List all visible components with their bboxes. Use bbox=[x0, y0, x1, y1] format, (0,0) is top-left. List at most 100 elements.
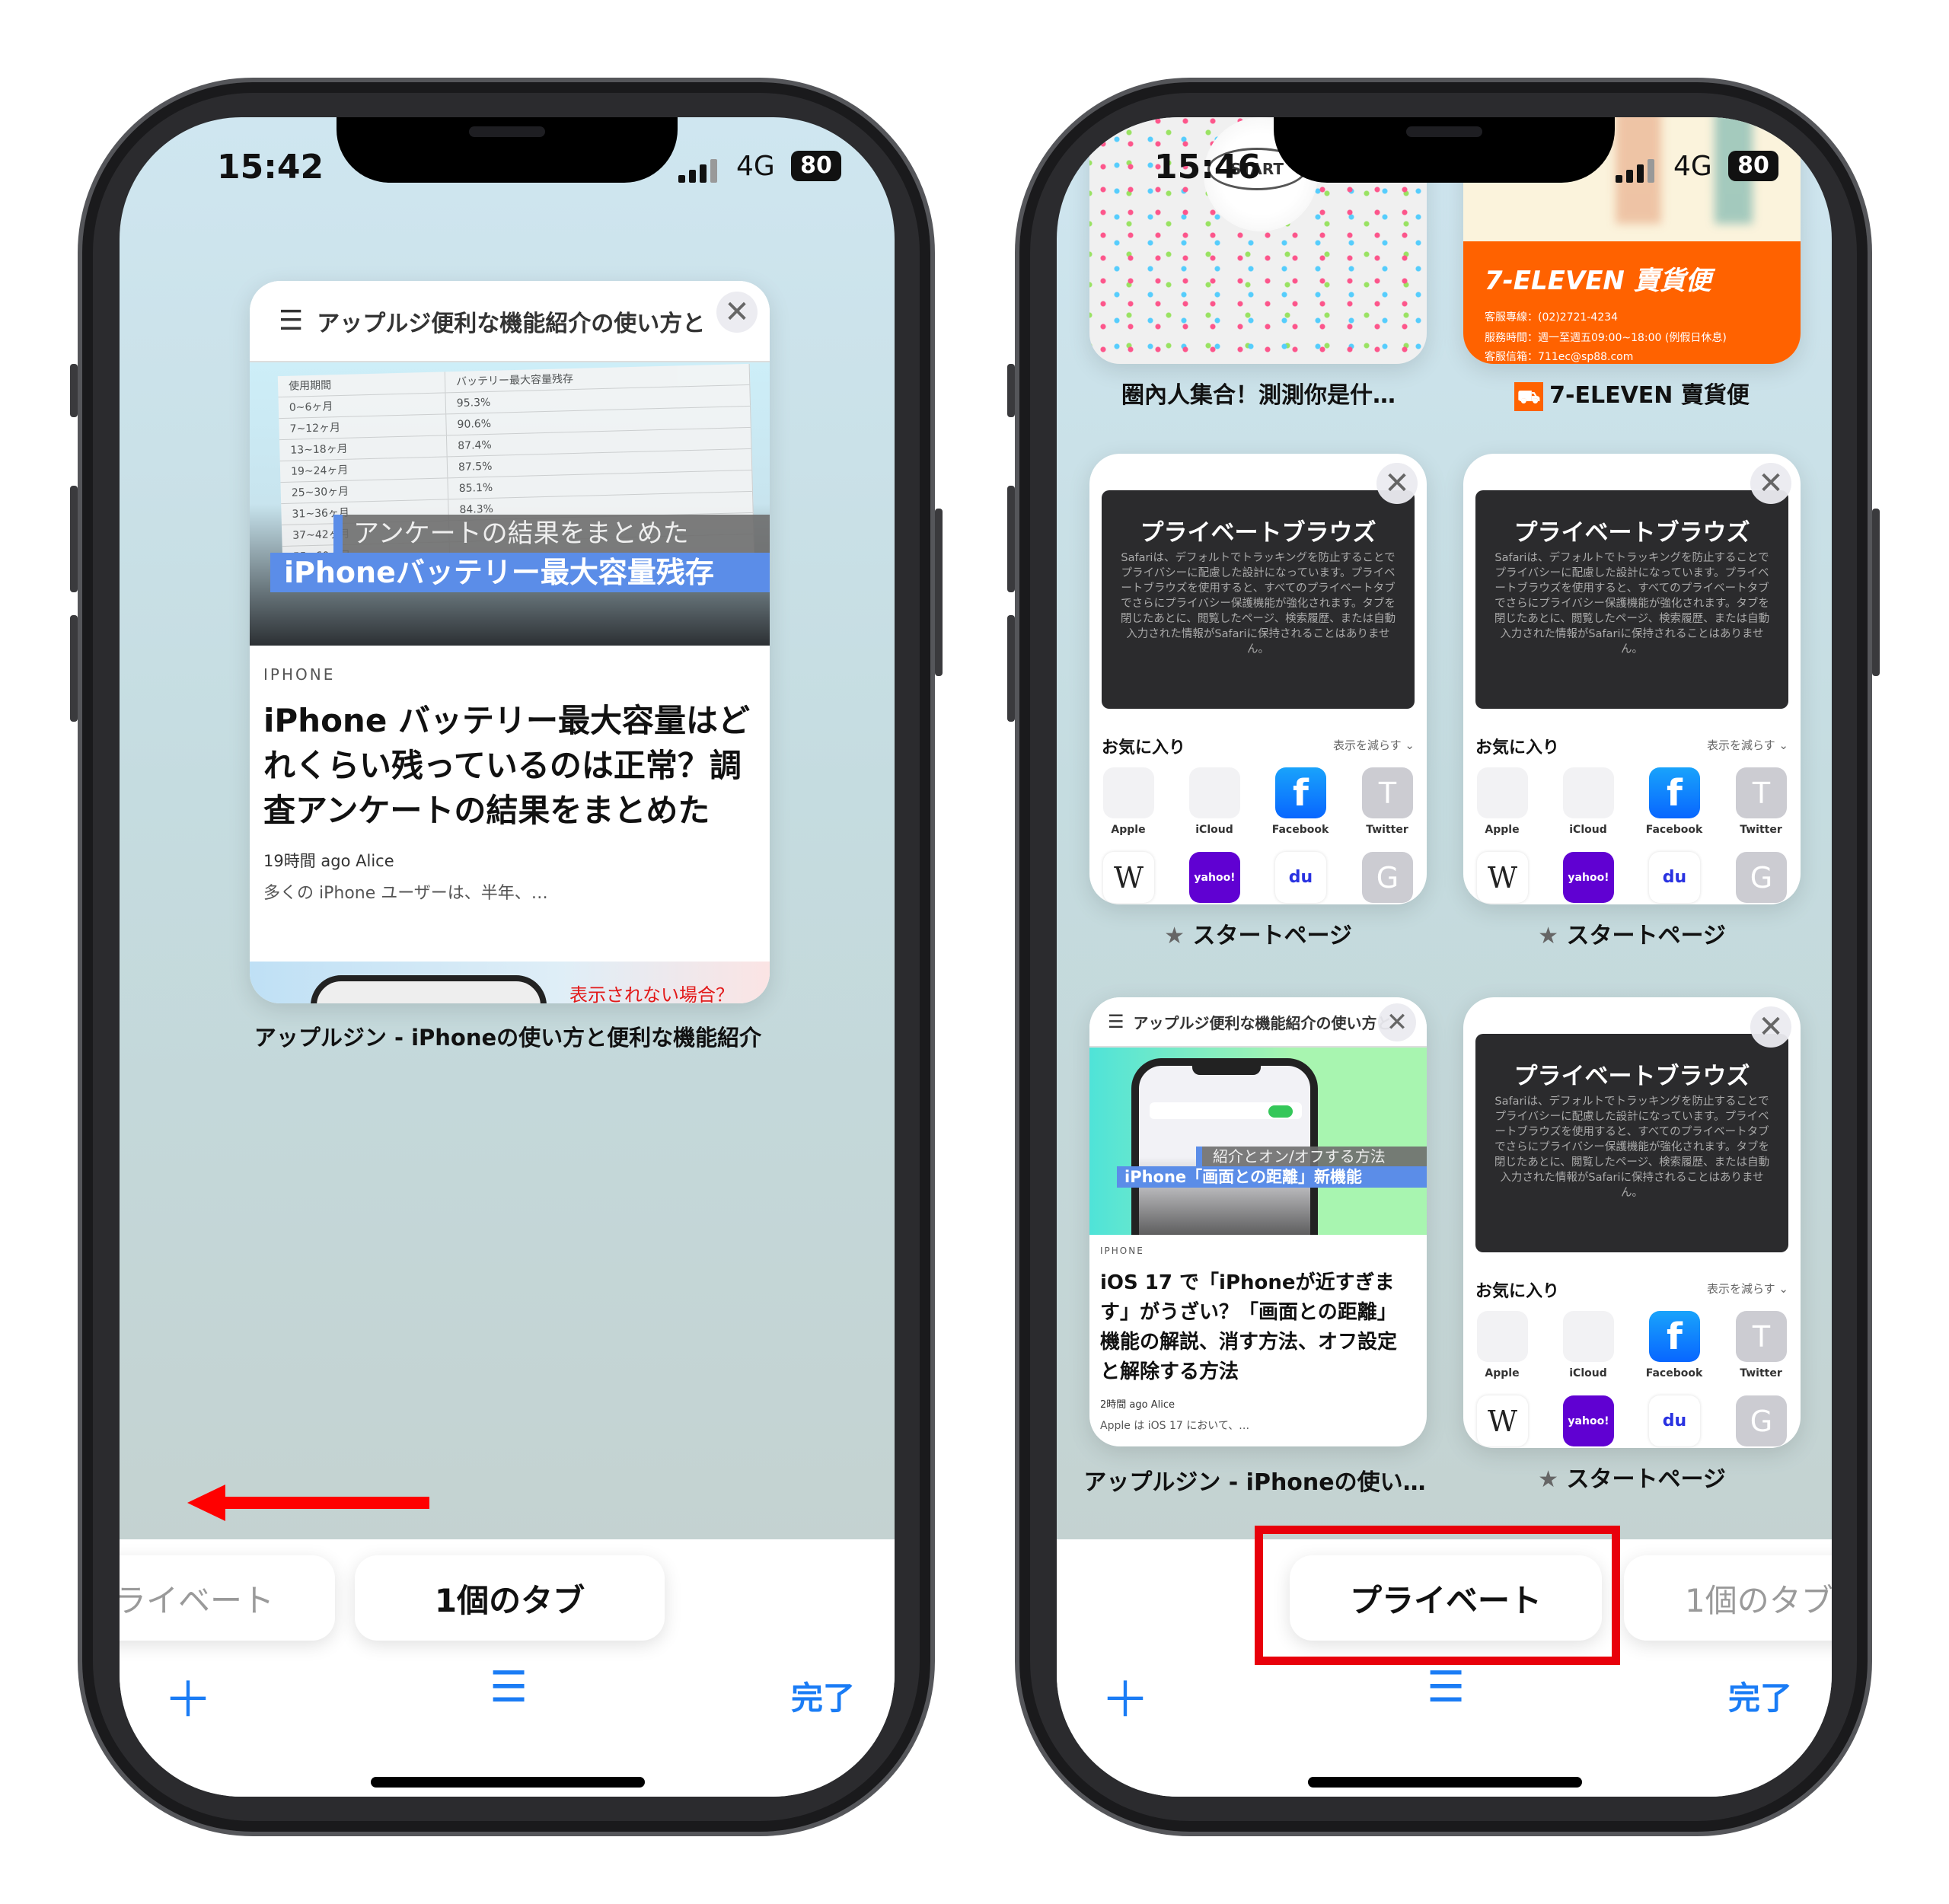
twitter-icon[interactable]: T bbox=[1736, 1311, 1787, 1362]
article-title: iOS 17 で「iPhoneが近すぎます」がうざい？「画面との距離」機能の解説… bbox=[1100, 1271, 1398, 1383]
yahoo-icon[interactable]: yahoo! bbox=[1563, 1395, 1614, 1446]
done-button[interactable]: 完了 bbox=[1728, 1673, 1792, 1719]
favorite-label: Twitter bbox=[1740, 824, 1782, 836]
facebook-icon[interactable]: f bbox=[1649, 767, 1700, 818]
show-less-button[interactable]: 表示を減らす ⌄ bbox=[1707, 737, 1788, 753]
google-icon[interactable]: G bbox=[1362, 852, 1413, 903]
tab-label: アップルジン - iPhoneの使い… bbox=[1083, 1469, 1426, 1496]
private-browsing-notice: プライベートブラウズ Safariは、デフォルトでトラッキングを防止することでプ… bbox=[1475, 490, 1788, 709]
baidu-icon[interactable]: du bbox=[1649, 1395, 1700, 1446]
close-tab-button[interactable]: ✕ bbox=[1378, 1003, 1416, 1041]
new-tab-button[interactable]: ＋ bbox=[1101, 1661, 1150, 1731]
icloud-icon[interactable] bbox=[1563, 1311, 1614, 1362]
close-tab-button[interactable]: ✕ bbox=[1376, 463, 1418, 504]
tab-group-private[interactable]: ライベート bbox=[120, 1555, 335, 1641]
status-bar: 15:42 4G 80 bbox=[120, 148, 895, 193]
yahoo-icon[interactable]: yahoo! bbox=[1189, 852, 1240, 903]
menu-icon: ☰ bbox=[1108, 1011, 1124, 1032]
tab-card-start-page[interactable]: ✕ プライベートブラウズ Safariは、デフォルトでトラッキングを防止すること… bbox=[1463, 997, 1801, 1448]
favorites-title: お気に入り bbox=[1475, 1282, 1560, 1301]
wikipedia-icon[interactable]: W bbox=[1477, 1395, 1528, 1446]
highlight-box bbox=[1255, 1526, 1620, 1665]
favorite-label: Twitter bbox=[1366, 824, 1408, 836]
done-button[interactable]: 完了 bbox=[791, 1673, 855, 1719]
image-caption-top: アンケートの結果をまとめた bbox=[333, 515, 770, 553]
tab-header: ☰ アップルジ便利な機能紹介の使い方と bbox=[250, 281, 770, 362]
seven-line: 客服專線：(02)2721-4234 bbox=[1485, 311, 1619, 324]
bottom-bar: ライベート 1個のタブ ＋ ☰ 完了 bbox=[120, 1539, 895, 1797]
icloud-icon[interactable] bbox=[1563, 767, 1614, 818]
favorite-label: Facebook bbox=[1271, 824, 1329, 836]
tab-label-text: スタートページ bbox=[1566, 923, 1726, 949]
tab-header: ☰ アップルジ便利な機能紹介の使い方と bbox=[1089, 997, 1427, 1048]
favorite-label: iCloud bbox=[1569, 1367, 1607, 1379]
tab-card-applejin[interactable]: ☰ アップルジ便利な機能紹介の使い方と ✕ 紹介とオン/オフする方法 iPhon… bbox=[1089, 997, 1427, 1446]
table-cell: 7~12ヶ月 bbox=[279, 414, 447, 440]
tab-label: ★ スタートページ bbox=[1463, 917, 1801, 950]
list-icon: ☰ bbox=[1427, 1663, 1466, 1712]
apple-icon[interactable] bbox=[1103, 767, 1154, 818]
google-icon[interactable]: G bbox=[1736, 852, 1787, 903]
tab-label-text: 7-ELEVEN 賣貨便 bbox=[1549, 382, 1750, 409]
network-type: 4G bbox=[736, 151, 775, 182]
tab-group-tabs[interactable]: 1個のタブ bbox=[355, 1555, 665, 1641]
image-caption-main: iPhoneバッテリー最大容量残存 bbox=[270, 553, 770, 592]
google-icon[interactable]: G bbox=[1736, 1395, 1787, 1446]
facebook-icon[interactable]: f bbox=[1275, 767, 1326, 818]
article-image: 紹介とオン/オフする方法 iPhone「画面との距離」新機能 bbox=[1089, 1048, 1427, 1235]
table-cell: 19~24ヶ月 bbox=[279, 457, 448, 483]
battery-icon: 80 bbox=[791, 151, 841, 181]
favorite-label: Twitter bbox=[1740, 1367, 1782, 1379]
show-less-button[interactable]: 表示を減らす ⌄ bbox=[1333, 737, 1415, 753]
tab-groups-button[interactable]: ☰ bbox=[490, 1663, 528, 1712]
favorite-label: Apple bbox=[1485, 824, 1520, 836]
close-tab-button[interactable]: ✕ bbox=[1750, 463, 1791, 504]
baidu-icon[interactable]: du bbox=[1649, 852, 1700, 903]
tab-group-tabs[interactable]: 1個のタブ bbox=[1624, 1555, 1832, 1641]
home-indicator bbox=[371, 1777, 645, 1788]
wikipedia-icon[interactable]: W bbox=[1103, 852, 1154, 903]
apple-icon[interactable] bbox=[1477, 1311, 1528, 1362]
facebook-icon[interactable]: f bbox=[1649, 1311, 1700, 1362]
close-tab-button[interactable]: ✕ bbox=[716, 292, 758, 333]
private-title: プライベートブラウズ bbox=[1514, 519, 1750, 547]
favorite-label: Apple bbox=[1485, 1367, 1520, 1379]
signal-icon bbox=[678, 157, 717, 183]
left-screen: 15:42 4G 80 ☰ アップルジ便利な機能紹介の使い方と ✕ 使用期間 バッ… bbox=[120, 117, 895, 1797]
arrow-shape bbox=[187, 1485, 429, 1521]
close-tab-button[interactable]: ✕ bbox=[1750, 1006, 1791, 1048]
private-body: Safariは、デフォルトでトラッキングを防止することでプライバシーに配慮した設… bbox=[1120, 552, 1396, 655]
article-category: IPHONE bbox=[263, 665, 336, 684]
tab-label: ★ スタートページ bbox=[1089, 917, 1427, 950]
tab-header-title: アップルジ便利な機能紹介の使い方と bbox=[317, 310, 706, 337]
network-type: 4G bbox=[1673, 151, 1712, 182]
twitter-icon[interactable]: T bbox=[1736, 767, 1787, 818]
private-body: Safariは、デフォルトでトラッキングを防止することでプライバシーに配慮した設… bbox=[1494, 552, 1770, 655]
show-less-button[interactable]: 表示を減らす ⌄ bbox=[1707, 1280, 1788, 1296]
star-icon: ★ bbox=[1164, 923, 1193, 949]
tab-label-text: スタートページ bbox=[1192, 923, 1352, 949]
tab-card-start-page[interactable]: ✕ プライベートブラウズ Safariは、デフォルトでトラッキングを防止すること… bbox=[1463, 454, 1801, 904]
twitter-icon[interactable]: T bbox=[1362, 767, 1413, 818]
favorite-label: iCloud bbox=[1195, 824, 1233, 836]
tab-label: 圈內人集合！測測你是什… bbox=[1121, 382, 1396, 409]
private-title: プライベートブラウズ bbox=[1514, 1063, 1750, 1090]
baidu-icon[interactable]: du bbox=[1275, 852, 1326, 903]
tab-header-title: アップルジ便利な機能紹介の使い方と bbox=[1133, 1013, 1392, 1032]
tab-label: アップルジン - iPhoneの使い方と便利な機能紹介 bbox=[254, 1025, 762, 1051]
plus-icon: ＋ bbox=[164, 1673, 212, 1729]
article-meta: 2時間 ago Alice bbox=[1100, 1399, 1175, 1411]
next-article-image: 表示されない場合？ bbox=[250, 962, 770, 1003]
status-time: 15:46 bbox=[1154, 148, 1262, 187]
tab-card-applejin[interactable]: ☰ アップルジ便利な機能紹介の使い方と ✕ 使用期間 バッテリー最大容量残存 0~6… bbox=[250, 281, 770, 1003]
apple-icon[interactable] bbox=[1477, 767, 1528, 818]
yahoo-icon[interactable]: yahoo! bbox=[1563, 852, 1614, 903]
seven-banner: 7-ELEVEN 賣貨便 客服專線：(02)2721-4234 服務時間：週一至… bbox=[1463, 241, 1801, 364]
tab-groups-button[interactable]: ☰ bbox=[1427, 1663, 1465, 1712]
new-tab-button[interactable]: ＋ bbox=[164, 1661, 212, 1731]
status-bar: 15:46 4G 80 bbox=[1057, 148, 1832, 193]
article-category: IPHONE bbox=[1100, 1245, 1144, 1256]
wikipedia-icon[interactable]: W bbox=[1477, 852, 1528, 903]
tab-card-start-page[interactable]: ✕ プライベートブラウズ Safariは、デフォルトでトラッキングを防止すること… bbox=[1089, 454, 1427, 904]
icloud-icon[interactable] bbox=[1189, 767, 1240, 818]
